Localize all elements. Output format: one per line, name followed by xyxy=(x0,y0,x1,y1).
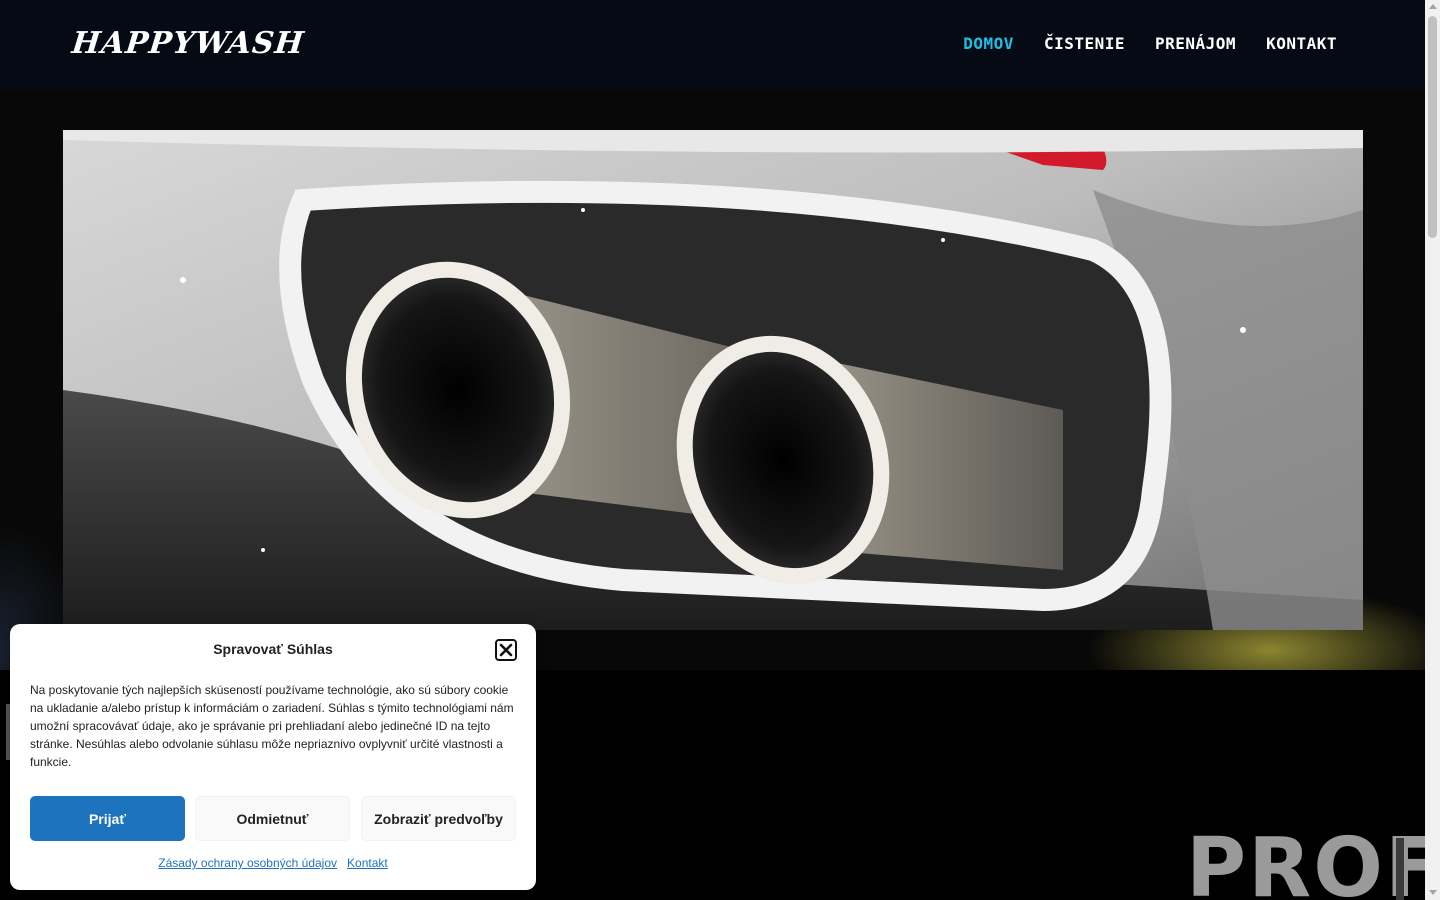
nav-item-kontakt[interactable]: KONTAKT xyxy=(1266,34,1337,53)
text-cursor-bar xyxy=(1396,838,1404,900)
page-scrollbar[interactable] xyxy=(1425,0,1440,900)
deny-button[interactable]: Odmietnuť xyxy=(195,796,350,841)
view-preferences-button[interactable]: Zobraziť predvoľby xyxy=(361,796,516,841)
close-icon xyxy=(499,643,513,657)
section-heading: PROF xyxy=(1186,828,1425,900)
page: HAPPYWASH DOMOV ČISTENIE PRENÁJOM KONTAK… xyxy=(0,0,1440,900)
nav-item-prenajom[interactable]: PRENÁJOM xyxy=(1155,34,1236,53)
scroll-thumb[interactable] xyxy=(1428,16,1437,238)
privacy-policy-link[interactable]: Zásady ochrany osobných údajov xyxy=(158,856,337,870)
scroll-down-arrow-icon[interactable] xyxy=(1429,890,1437,895)
nav-item-cistenie[interactable]: ČISTENIE xyxy=(1044,34,1125,53)
cookie-consent-dialog: Spravovať Súhlas Na poskytovanie tých na… xyxy=(10,624,536,890)
cookie-dialog-title: Spravovať Súhlas xyxy=(213,641,333,657)
cookie-description: Na poskytovanie tých najlepších skúsenos… xyxy=(30,683,514,769)
main-nav: DOMOV ČISTENIE PRENÁJOM KONTAKT xyxy=(963,34,1337,53)
accept-button[interactable]: Prijať xyxy=(30,796,185,841)
cookie-links: Zásady ochrany osobných údajov Kontakt xyxy=(10,856,536,870)
contact-link[interactable]: Kontakt xyxy=(347,856,388,870)
car-exhaust-foam-image xyxy=(63,130,1363,630)
nav-item-domov[interactable]: DOMOV xyxy=(963,34,1014,53)
hero-section xyxy=(0,90,1425,670)
scroll-up-arrow-icon[interactable] xyxy=(1429,4,1437,9)
site-header: HAPPYWASH DOMOV ČISTENIE PRENÁJOM KONTAK… xyxy=(0,0,1425,90)
close-button[interactable] xyxy=(495,639,517,661)
site-logo[interactable]: HAPPYWASH xyxy=(70,26,306,61)
